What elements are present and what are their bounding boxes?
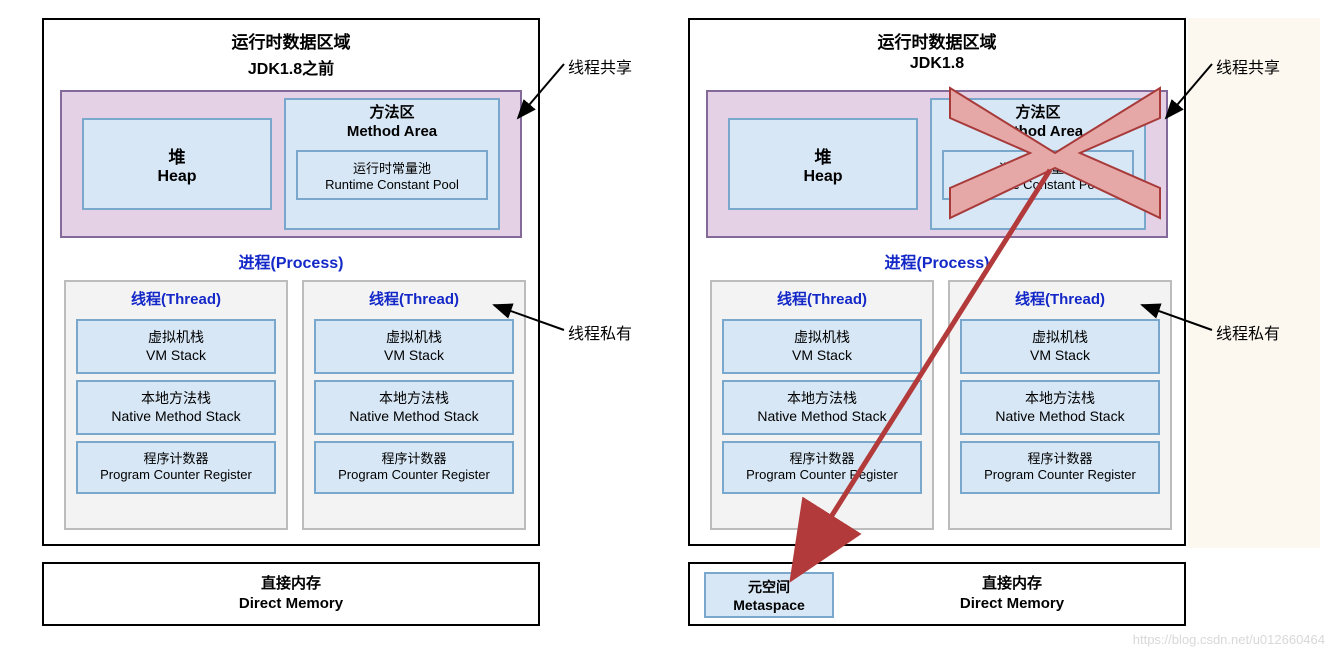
method-cn: 方法区: [369, 104, 414, 121]
runtime-constant-pool: 运行时常量池 Runtime Constant Pool: [296, 150, 488, 200]
rcp-en: Runtime Constant Pool: [971, 177, 1105, 192]
vm-stack: 虚拟机栈VM Stack: [722, 319, 922, 374]
annot-private-right: 线程私有: [1216, 320, 1280, 344]
annot-shared-right: 线程共享: [1216, 54, 1280, 78]
direct-memory-left: 直接内存 Direct Memory: [42, 562, 540, 626]
native-stack: 本地方法栈Native Method Stack: [76, 380, 276, 435]
thread-title: 线程(Thread): [66, 282, 286, 313]
metaspace-en: Metaspace: [706, 597, 832, 613]
vm-stack: 虚拟机栈VM Stack: [76, 319, 276, 374]
direct-memory-text: 直接内存 Direct Memory: [840, 574, 1184, 613]
thread-shared-zone: 堆 Heap 方法区 Method Area 运行时常量池 Runtime Co…: [60, 90, 522, 238]
direct-memory-text: 直接内存 Direct Memory: [44, 574, 538, 613]
heap-en: Heap: [730, 168, 916, 186]
thread-box-2: 线程(Thread) 虚拟机栈VM Stack 本地方法栈Native Meth…: [302, 280, 526, 530]
metaspace-cn: 元空间: [706, 577, 832, 597]
vm-stack: 虚拟机栈VM Stack: [960, 319, 1160, 374]
process-label: 进程(Process): [44, 249, 538, 273]
runtime-constant-pool: 运行时常量池 Runtime Constant Pool: [942, 150, 1134, 200]
annot-private-left: 线程私有: [568, 320, 632, 344]
rcp-cn: 运行时常量池: [353, 161, 431, 176]
pc-register: 程序计数器Program Counter Register: [960, 441, 1160, 494]
method-area-box-removed: 方法区 Method Area 运行时常量池 Runtime Constant …: [930, 98, 1146, 230]
decor-bg: [1188, 18, 1320, 548]
watermark: https://blog.csdn.net/u012660464: [1133, 632, 1325, 647]
method-area-box: 方法区 Method Area 运行时常量池 Runtime Constant …: [284, 98, 500, 230]
panel-subtitle: JDK1.8: [690, 55, 1184, 73]
heap-box: 堆 Heap: [82, 118, 272, 210]
runtime-area-18: 运行时数据区域 JDK1.8 堆 Heap 方法区 Method Area 运行…: [688, 18, 1186, 546]
thread-title: 线程(Thread): [712, 282, 932, 313]
method-cn: 方法区: [1015, 104, 1060, 121]
native-stack: 本地方法栈Native Method Stack: [722, 380, 922, 435]
heap-box: 堆 Heap: [728, 118, 918, 210]
panel-subtitle: JDK1.8之前: [44, 55, 538, 79]
heap-en: Heap: [84, 168, 270, 186]
thread-title: 线程(Thread): [304, 282, 524, 313]
metaspace-box: 元空间 Metaspace: [704, 572, 834, 618]
rcp-en: Runtime Constant Pool: [325, 177, 459, 192]
direct-memory-right: 元空间 Metaspace 直接内存 Direct Memory: [688, 562, 1186, 626]
thread-shared-zone: 堆 Heap 方法区 Method Area 运行时常量池 Runtime Co…: [706, 90, 1168, 238]
vm-stack: 虚拟机栈VM Stack: [314, 319, 514, 374]
pc-register: 程序计数器Program Counter Register: [76, 441, 276, 494]
thread-box-2: 线程(Thread) 虚拟机栈VM Stack 本地方法栈Native Meth…: [948, 280, 1172, 530]
pc-register: 程序计数器Program Counter Register: [314, 441, 514, 494]
thread-box-1: 线程(Thread) 虚拟机栈VM Stack 本地方法栈Native Meth…: [64, 280, 288, 530]
runtime-area-pre18: 运行时数据区域 JDK1.8之前 堆 Heap 方法区 Method Area …: [42, 18, 540, 546]
pc-register: 程序计数器Program Counter Register: [722, 441, 922, 494]
method-en: Method Area: [347, 123, 437, 140]
rcp-cn: 运行时常量池: [999, 161, 1077, 176]
thread-title: 线程(Thread): [950, 282, 1170, 313]
method-en: Method Area: [993, 123, 1083, 140]
native-stack: 本地方法栈Native Method Stack: [314, 380, 514, 435]
heap-cn: 堆: [84, 143, 270, 168]
process-label: 进程(Process): [690, 249, 1184, 273]
native-stack: 本地方法栈Native Method Stack: [960, 380, 1160, 435]
panel-title: 运行时数据区域: [44, 28, 538, 53]
annot-shared-left: 线程共享: [568, 54, 632, 78]
panel-title: 运行时数据区域: [690, 28, 1184, 53]
thread-box-1: 线程(Thread) 虚拟机栈VM Stack 本地方法栈Native Meth…: [710, 280, 934, 530]
heap-cn: 堆: [730, 143, 916, 168]
